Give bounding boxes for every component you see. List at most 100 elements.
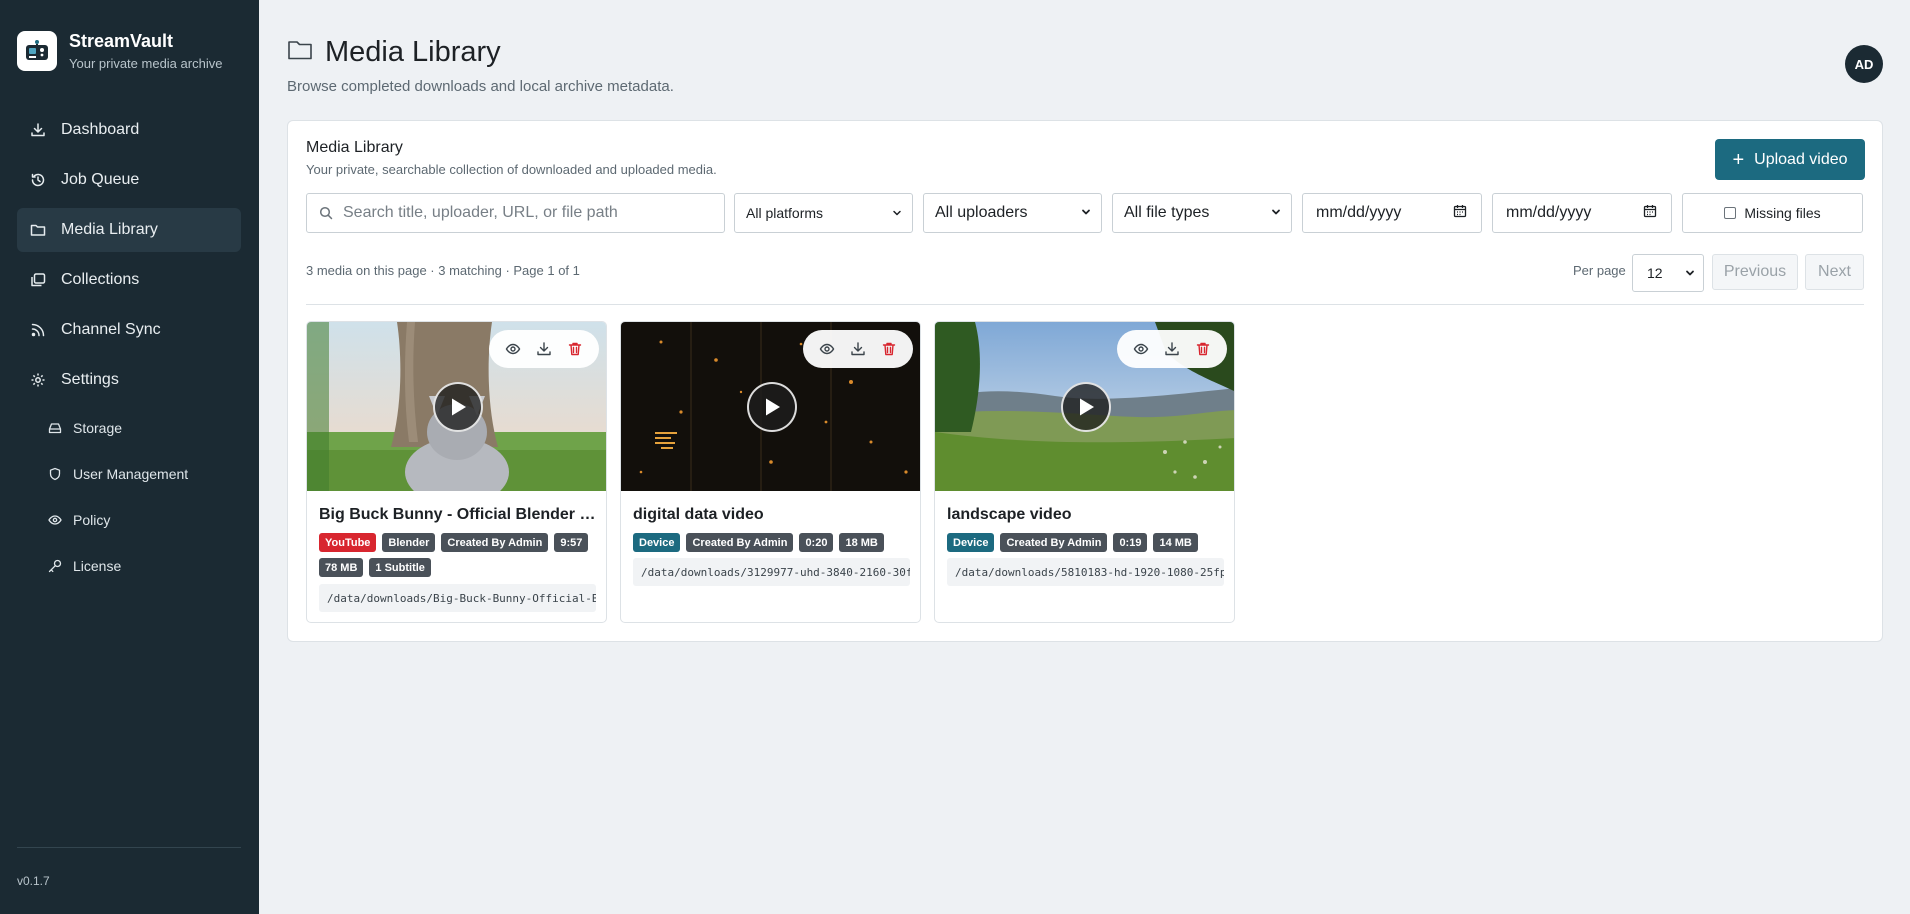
brand-logo-icon bbox=[17, 30, 57, 71]
chevron-down-icon bbox=[1271, 204, 1281, 222]
preview-eye-icon[interactable] bbox=[816, 338, 838, 360]
sidebar-item-collections[interactable]: Collections bbox=[17, 258, 241, 302]
folder-icon bbox=[287, 39, 313, 66]
sidebar-item-label: Channel Sync bbox=[61, 321, 161, 338]
date-from-input[interactable]: mm/dd/yyyy bbox=[1302, 193, 1482, 233]
play-button[interactable] bbox=[433, 382, 483, 432]
brand-name: StreamVault bbox=[69, 31, 174, 51]
shield-icon bbox=[47, 466, 63, 482]
upload-video-button[interactable]: + Upload video bbox=[1715, 139, 1865, 180]
sidebar-item-settings[interactable]: Settings bbox=[17, 358, 241, 402]
media-badges: Device Created By Admin 0:19 14 MB bbox=[947, 533, 1232, 558]
sidebar-item-label: Dashboard bbox=[61, 121, 140, 138]
hard-drive-icon bbox=[47, 420, 63, 436]
date-to-input[interactable]: mm/dd/yyyy bbox=[1492, 193, 1672, 233]
sidebar-item-label: User Management bbox=[73, 466, 189, 482]
sidebar-item-user-management[interactable]: User Management bbox=[17, 454, 241, 494]
sidebar-item-license[interactable]: License bbox=[17, 546, 241, 586]
media-card[interactable]: landscape video Device Created By Admin … bbox=[934, 321, 1235, 623]
uploader-select-value: All uploaders bbox=[935, 204, 1028, 221]
sidebar-item-label: License bbox=[73, 558, 122, 574]
media-title[interactable]: landscape video bbox=[947, 506, 1227, 524]
download-icon[interactable] bbox=[533, 338, 555, 360]
date-from-placeholder: mm/dd/yyyy bbox=[1316, 204, 1402, 221]
search-icon bbox=[319, 206, 333, 220]
duration-badge: 0:20 bbox=[799, 533, 834, 552]
file-type-select[interactable]: All file types bbox=[1112, 193, 1292, 233]
sidebar-item-policy[interactable]: Policy bbox=[17, 500, 241, 540]
panel-subtitle: Your private, searchable collection of d… bbox=[306, 162, 717, 177]
chevron-down-icon bbox=[1081, 204, 1091, 222]
sidebar-item-storage[interactable]: Storage bbox=[17, 408, 241, 448]
download-icon[interactable] bbox=[1161, 338, 1183, 360]
search-input[interactable]: Search title, uploader, URL, or file pat… bbox=[306, 193, 725, 233]
sidebar: StreamVault Your private media archive D… bbox=[0, 0, 259, 914]
media-card[interactable]: digital data video Device Created By Adm… bbox=[620, 321, 921, 623]
sidebar-item-job-queue[interactable]: Job Queue bbox=[17, 158, 241, 202]
page-subtitle: Browse completed downloads and local arc… bbox=[287, 78, 674, 95]
rss-icon bbox=[29, 321, 47, 339]
video-thumbnail[interactable] bbox=[307, 322, 606, 491]
platform-select[interactable]: All platforms bbox=[734, 193, 913, 233]
brand[interactable]: StreamVault Your private media archive bbox=[17, 30, 222, 71]
gear-icon bbox=[29, 371, 47, 389]
platform-badge: Device bbox=[947, 533, 995, 552]
sidebar-item-label: Settings bbox=[61, 371, 119, 388]
media-actions bbox=[1117, 330, 1227, 368]
sidebar-divider bbox=[17, 847, 241, 848]
created-by-badge: Created By Admin bbox=[441, 533, 549, 552]
play-button[interactable] bbox=[747, 382, 797, 432]
per-page-select[interactable]: 12 bbox=[1632, 254, 1704, 292]
per-page-label: Per page bbox=[1573, 263, 1626, 278]
download-icon bbox=[29, 121, 47, 139]
search-placeholder: Search title, uploader, URL, or file pat… bbox=[343, 204, 618, 221]
sidebar-nav: Dashboard Job Queue Media Library Collec… bbox=[17, 108, 241, 592]
media-library-panel: Media Library Your private, searchable c… bbox=[287, 120, 1883, 642]
media-actions bbox=[803, 330, 913, 368]
sidebar-item-label: Media Library bbox=[61, 221, 158, 238]
media-actions bbox=[489, 330, 599, 368]
missing-files-toggle[interactable]: Missing files bbox=[1682, 193, 1863, 233]
brand-tagline: Your private media archive bbox=[69, 56, 223, 71]
uploader-badge: Blender bbox=[382, 533, 436, 552]
page-title-text: Media Library bbox=[325, 36, 501, 68]
preview-eye-icon[interactable] bbox=[502, 338, 524, 360]
video-thumbnail[interactable] bbox=[935, 322, 1234, 491]
download-icon[interactable] bbox=[847, 338, 869, 360]
trash-icon[interactable] bbox=[1192, 338, 1214, 360]
uploader-select[interactable]: All uploaders bbox=[923, 193, 1102, 233]
eye-icon bbox=[47, 512, 63, 528]
sidebar-item-label: Policy bbox=[73, 512, 111, 528]
missing-files-checkbox[interactable] bbox=[1724, 207, 1737, 219]
video-thumbnail[interactable] bbox=[621, 322, 920, 491]
play-button[interactable] bbox=[1061, 382, 1111, 432]
sidebar-item-dashboard[interactable]: Dashboard bbox=[17, 108, 241, 152]
sidebar-item-label: Storage bbox=[73, 420, 123, 436]
key-icon bbox=[47, 558, 63, 574]
preview-eye-icon[interactable] bbox=[1130, 338, 1152, 360]
upload-video-label: Upload video bbox=[1754, 150, 1848, 168]
chevron-down-icon bbox=[892, 205, 902, 221]
previous-page-button[interactable]: Previous bbox=[1712, 254, 1798, 290]
chevron-down-icon bbox=[1685, 265, 1695, 281]
sidebar-item-channel-sync[interactable]: Channel Sync bbox=[17, 308, 241, 352]
user-avatar[interactable]: AD bbox=[1845, 45, 1883, 83]
media-title[interactable]: digital data video bbox=[633, 506, 913, 524]
next-page-button[interactable]: Next bbox=[1805, 254, 1864, 290]
media-badges: YouTube Blender Created By Admin 9:57 78… bbox=[319, 533, 604, 583]
trash-icon[interactable] bbox=[878, 338, 900, 360]
platform-badge: Device bbox=[633, 533, 681, 552]
app-version: v0.1.7 bbox=[17, 874, 50, 888]
size-badge: 14 MB bbox=[1153, 533, 1198, 552]
folder-icon bbox=[29, 221, 47, 239]
trash-icon[interactable] bbox=[564, 338, 586, 360]
created-by-badge: Created By Admin bbox=[686, 533, 794, 552]
platform-badge: YouTube bbox=[319, 533, 377, 552]
sidebar-item-media-library[interactable]: Media Library bbox=[17, 208, 241, 252]
media-badges: Device Created By Admin 0:20 18 MB bbox=[633, 533, 918, 558]
media-card[interactable]: Big Buck Bunny - Official Blender Founda… bbox=[306, 321, 607, 623]
missing-files-label: Missing files bbox=[1744, 205, 1821, 221]
results-summary: 3 media on this page · 3 matching · Page… bbox=[306, 263, 580, 278]
sidebar-item-label: Collections bbox=[61, 271, 140, 288]
media-title[interactable]: Big Buck Bunny - Official Blender Founda… bbox=[319, 506, 599, 524]
